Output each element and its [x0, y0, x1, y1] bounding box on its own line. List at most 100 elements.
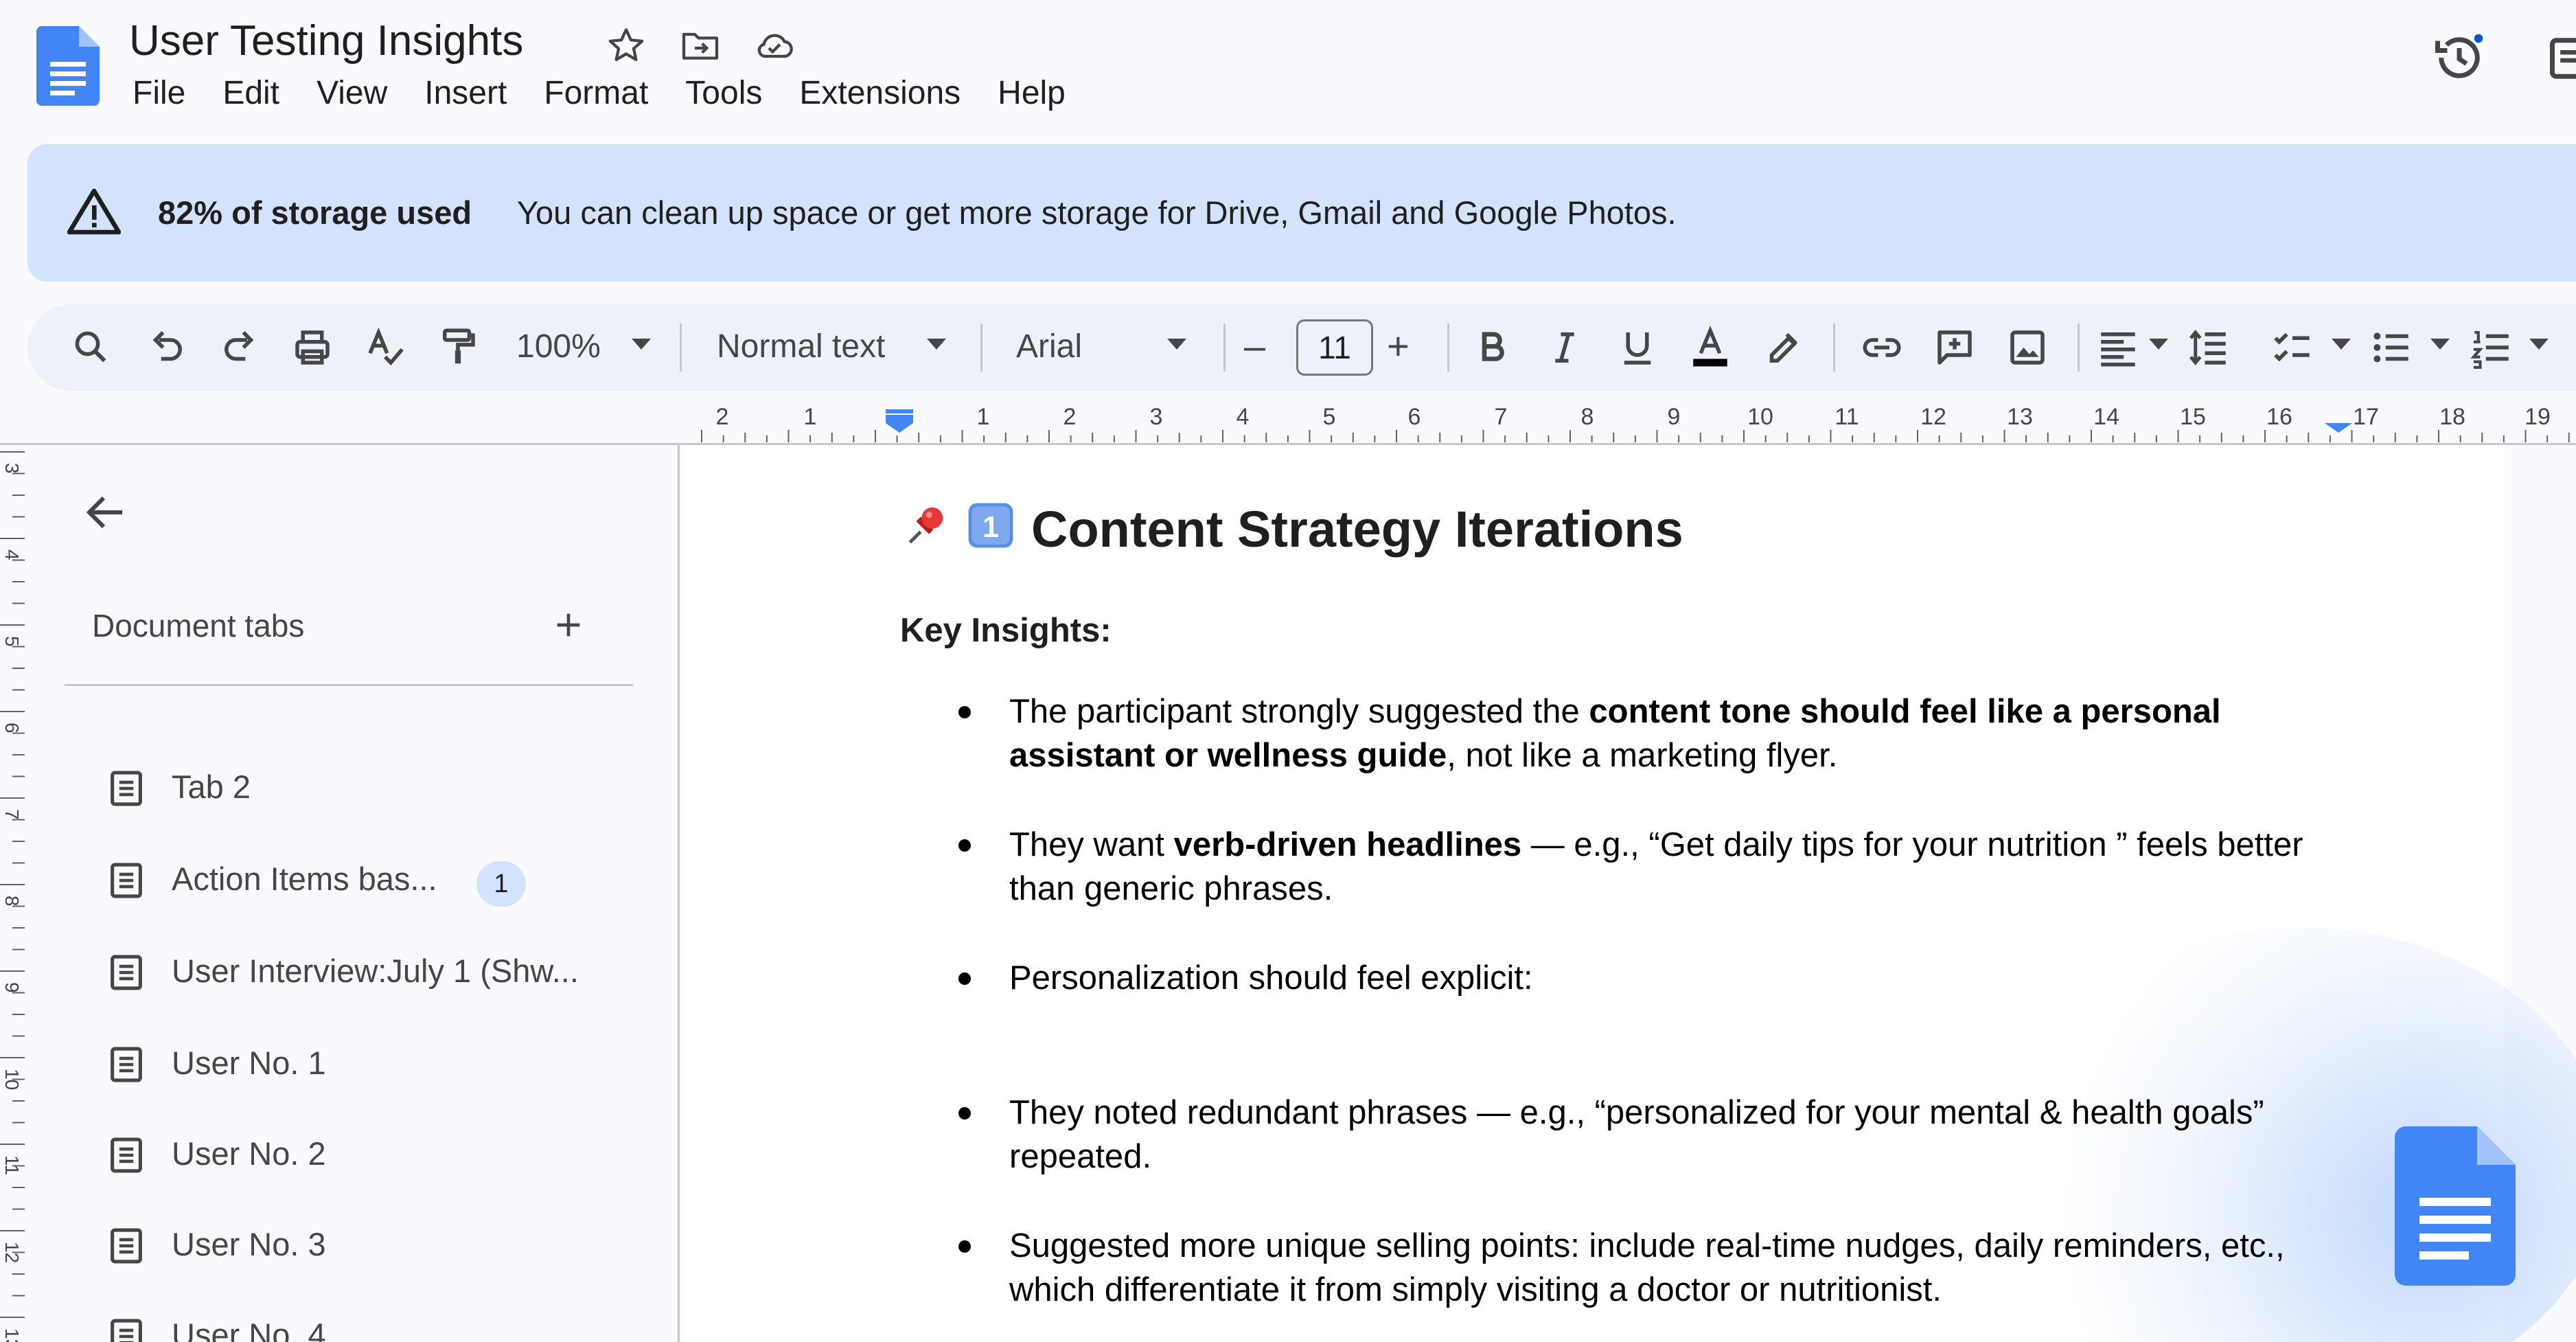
bullet-4-line-1[interactable]: They noted redundant phrases — e.g., “pe… [1009, 1091, 2264, 1135]
tab-item-user-no-2[interactable]: User No. 2 [27, 1115, 673, 1191]
docs-floating-icon[interactable] [2395, 1126, 2516, 1286]
highlight-color-icon[interactable] [1760, 325, 1806, 370]
first-line-indent-marker[interactable] [886, 409, 913, 413]
tab-item-tab-2[interactable]: Tab 2 [27, 749, 673, 824]
toolbar-divider [2078, 323, 2080, 372]
line-spacing-icon[interactable] [2186, 325, 2231, 370]
horizontal-ruler[interactable]: 2 1 1 2 3 4 5 6 7 8 9 10 11 12 13 14 15 16 17 18 19 [680, 402, 2576, 445]
keycap-one-icon: 1 [965, 500, 1016, 562]
add-comment-icon[interactable] [1932, 325, 1977, 370]
text-color-icon[interactable] [1688, 325, 1733, 370]
version-history-icon[interactable] [2430, 29, 2488, 87]
vruler-label: 7 [1, 809, 23, 820]
vruler-label: 9 [1, 982, 23, 993]
numbered-caret-icon[interactable] [2529, 339, 2549, 350]
font-caret-icon[interactable] [1167, 339, 1186, 350]
insert-link-icon[interactable] [1859, 325, 1905, 370]
menu-insert[interactable]: Insert [424, 74, 507, 112]
document-title[interactable]: User Testing Insights [129, 16, 523, 65]
tab-item-action-items[interactable]: Action Items bas... 1 [27, 841, 673, 916]
menu-edit[interactable]: Edit [222, 74, 279, 112]
bullet-1-line-2[interactable]: assistant or wellness guide, not like a … [1009, 733, 1837, 777]
font-size-input[interactable]: 11 [1296, 319, 1373, 376]
tab-label: User Interview:July 1 (Shw... [172, 953, 579, 989]
decrease-font-size-button[interactable]: – [1244, 323, 1265, 368]
font-select[interactable]: Arial [1016, 328, 1082, 365]
paragraph-style-select[interactable]: Normal text [717, 328, 885, 365]
print-icon[interactable] [290, 325, 335, 370]
tab-item-user-no-1[interactable]: User No. 1 [27, 1025, 673, 1100]
key-insights-label[interactable]: Key Insights: [900, 611, 1112, 650]
bullet-4-line-2[interactable]: repeated. [1009, 1135, 1151, 1179]
back-arrow-icon[interactable] [81, 488, 130, 537]
vruler-label: 6 [1, 723, 23, 733]
ruler-label: 7 [1495, 404, 1508, 430]
menu-file[interactable]: File [133, 74, 185, 112]
menu-bar: File Edit View Insert Format Tools Exten… [133, 74, 1103, 112]
checklist-icon[interactable] [2270, 325, 2315, 370]
comments-icon[interactable] [2544, 34, 2576, 82]
star-icon[interactable] [604, 23, 648, 67]
document-tabs-heading: Document tabs [92, 608, 305, 644]
tabs-divider [65, 684, 633, 686]
section-heading[interactable]: 1 Content Strategy Iterations [899, 500, 1683, 562]
menu-extensions[interactable]: Extensions [799, 74, 961, 112]
zoom-select[interactable]: 100% [516, 328, 601, 365]
tab-document-icon [111, 863, 142, 898]
right-indent-marker[interactable] [2325, 423, 2352, 433]
bulleted-list-icon[interactable] [2369, 325, 2414, 370]
align-left-icon[interactable] [2095, 325, 2141, 370]
align-caret-icon[interactable] [2149, 339, 2168, 350]
numbered-list-icon[interactable] [2469, 325, 2514, 370]
bullet-5-line-1[interactable]: Suggested more unique selling points: in… [1009, 1224, 2285, 1268]
bullet-1-line-1[interactable]: The participant strongly suggested the c… [1009, 690, 2221, 733]
search-menus-icon[interactable] [69, 325, 114, 370]
spelling-check-icon[interactable] [363, 325, 408, 370]
heading-text: Content Strategy Iterations [1031, 501, 1683, 558]
left-indent-marker[interactable] [886, 415, 913, 433]
ruler-label: 10 [1747, 404, 1773, 430]
bullet-caret-icon[interactable] [2430, 339, 2450, 350]
menu-format[interactable]: Format [544, 74, 648, 112]
style-caret-icon[interactable] [927, 339, 946, 350]
bullet-marker [958, 839, 971, 852]
ruler-label: 2 [1063, 404, 1077, 430]
undo-icon[interactable] [144, 325, 189, 370]
vruler-label: 11 [1, 1155, 23, 1175]
cloud-saved-icon[interactable] [752, 23, 796, 67]
zoom-caret-icon[interactable] [632, 339, 651, 350]
insert-image-icon[interactable] [2005, 325, 2050, 370]
underline-icon[interactable] [1615, 325, 1660, 370]
bullet-2-line-2[interactable]: than generic phrases. [1009, 867, 1333, 911]
bullet-marker [958, 1240, 971, 1253]
vertical-ruler: 3 4 5 6 7 8 9 10 11 12 13 [0, 451, 25, 1342]
italic-icon[interactable] [1542, 325, 1587, 370]
docs-logo-icon[interactable] [36, 26, 100, 106]
vruler-label: 8 [1, 896, 23, 907]
tab-item-user-no-3[interactable]: User No. 3 [27, 1206, 673, 1282]
add-tab-icon[interactable] [549, 606, 588, 644]
ruler-graphic: 2 1 1 2 3 4 5 6 7 8 9 10 11 12 13 14 15 16 17 18 19 [701, 404, 2570, 442]
tab-label: User No. 3 [172, 1226, 326, 1262]
bullet-5-line-2[interactable]: which differentiate it from simply visit… [1009, 1268, 1942, 1312]
move-to-folder-icon[interactable] [678, 23, 722, 67]
tab-item-user-interview[interactable]: User Interview:July 1 (Shw... [27, 933, 673, 1008]
menu-view[interactable]: View [317, 74, 387, 112]
ruler-label: 5 [1323, 404, 1336, 430]
paint-format-icon[interactable] [435, 325, 481, 370]
google-docs-window: User Testing Insights File Edit View Ins… [0, 0, 2576, 1342]
vruler-label: 10 [1, 1069, 23, 1090]
ruler-label: 15 [2180, 404, 2206, 430]
tab-item-user-no-4[interactable]: User No. 4 [27, 1297, 673, 1342]
bullet-3[interactable]: Personalization should feel explicit: [1009, 956, 1533, 1000]
toolbar-divider [1223, 323, 1226, 372]
checklist-caret-icon[interactable] [2332, 339, 2351, 350]
increase-font-size-button[interactable]: + [1387, 323, 1410, 368]
bullet-2-line-1[interactable]: They want verb-driven headlines — e.g., … [1009, 823, 2303, 867]
bold-icon[interactable] [1469, 325, 1515, 370]
menu-tools[interactable]: Tools [685, 74, 762, 112]
ruler-label: 2 [716, 404, 729, 430]
ruler-label: 14 [2093, 404, 2119, 430]
redo-icon[interactable] [217, 325, 262, 370]
menu-help[interactable]: Help [998, 74, 1066, 112]
